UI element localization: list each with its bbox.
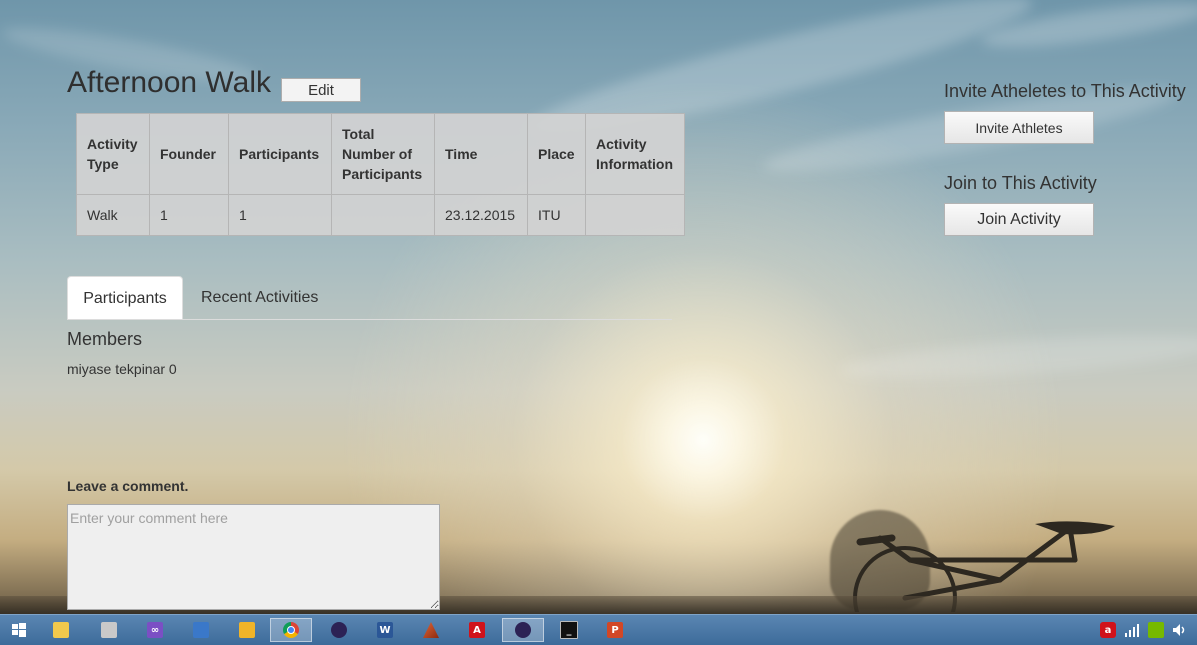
tools-icon: [101, 622, 117, 638]
signal-icon[interactable]: [1124, 623, 1140, 637]
system-tray: a: [1100, 615, 1188, 645]
tab-bar: Participants Recent Activities: [67, 276, 672, 320]
header-time: Time: [434, 113, 528, 195]
member-item: miyase tekpinar 0: [67, 361, 177, 377]
table-row: Walk 1 1 23.12.2015 ITU: [76, 194, 685, 236]
table-header-row: Activity Type Founder Participants Total…: [76, 113, 685, 195]
visual-studio-icon: ∞: [147, 622, 163, 638]
join-heading: Join to This Activity: [944, 173, 1097, 193]
taskbar-remote-desktop[interactable]: [180, 618, 222, 642]
page-title: Afternoon Walk: [67, 66, 271, 99]
antivirus-icon[interactable]: a: [1100, 622, 1116, 638]
start-button[interactable]: [0, 618, 38, 642]
members-heading: Members: [67, 329, 143, 349]
command-prompt-icon: _: [560, 621, 578, 639]
cell-activity-information: [585, 194, 685, 236]
taskbar-chrome[interactable]: [270, 618, 312, 642]
taskbar: ∞ W A _ P a: [0, 614, 1197, 645]
taskbar-powerpoint[interactable]: P: [594, 618, 636, 642]
eclipse-2-icon: [515, 622, 531, 638]
remote-desktop-icon: [193, 622, 209, 638]
cell-activity-type: Walk: [76, 194, 150, 236]
header-participants: Participants: [228, 113, 332, 195]
cell-participants: 1: [228, 194, 332, 236]
taskbar-eclipse-2[interactable]: [502, 618, 544, 642]
powerpoint-icon: P: [607, 622, 623, 638]
header-activity-type: Activity Type: [76, 113, 150, 195]
file-explorer-icon: [53, 622, 69, 638]
header-place: Place: [527, 113, 586, 195]
taskbar-acrobat[interactable]: A: [456, 618, 498, 642]
header-total-participants: Total Number of Participants: [331, 113, 435, 195]
cell-place: ITU: [527, 194, 586, 236]
volume-icon[interactable]: [1172, 623, 1188, 637]
start-icon: [12, 623, 26, 637]
taskbar-eclipse[interactable]: [318, 618, 360, 642]
cell-total-participants: [331, 194, 435, 236]
header-activity-information: Activity Information: [585, 113, 685, 195]
chrome-icon: [283, 622, 299, 638]
taskbar-file-explorer[interactable]: [40, 618, 82, 642]
tab-participants[interactable]: Participants: [67, 276, 183, 319]
activity-info-table: Activity Type Founder Participants Total…: [76, 113, 685, 236]
edit-button[interactable]: Edit: [281, 78, 361, 102]
cell-time: 23.12.2015: [434, 194, 528, 236]
tab-recent-activities[interactable]: Recent Activities: [201, 276, 318, 319]
invite-athletes-button[interactable]: Invite Athletes: [944, 111, 1094, 144]
taskbar-word[interactable]: W: [364, 618, 406, 642]
acrobat-icon: A: [469, 622, 485, 638]
matlab-icon: [423, 622, 439, 638]
taskbar-matlab[interactable]: [410, 618, 452, 642]
join-activity-button[interactable]: Join Activity: [944, 203, 1094, 236]
comment-input[interactable]: [67, 504, 440, 610]
cell-founder: 1: [149, 194, 229, 236]
eclipse-icon: [331, 622, 347, 638]
comment-label: Leave a comment.: [67, 478, 189, 494]
taskbar-command-prompt[interactable]: _: [548, 618, 590, 642]
word-icon: W: [377, 622, 393, 638]
header-founder: Founder: [149, 113, 229, 195]
taskbar-tools[interactable]: [88, 618, 130, 642]
cloud: [839, 326, 1197, 388]
network-folder-icon: [239, 622, 255, 638]
nvidia-icon[interactable]: [1148, 622, 1164, 638]
taskbar-visual-studio[interactable]: ∞: [134, 618, 176, 642]
invite-heading: Invite Atheletes to This Activity: [944, 81, 1186, 101]
taskbar-network-folder[interactable]: [226, 618, 268, 642]
